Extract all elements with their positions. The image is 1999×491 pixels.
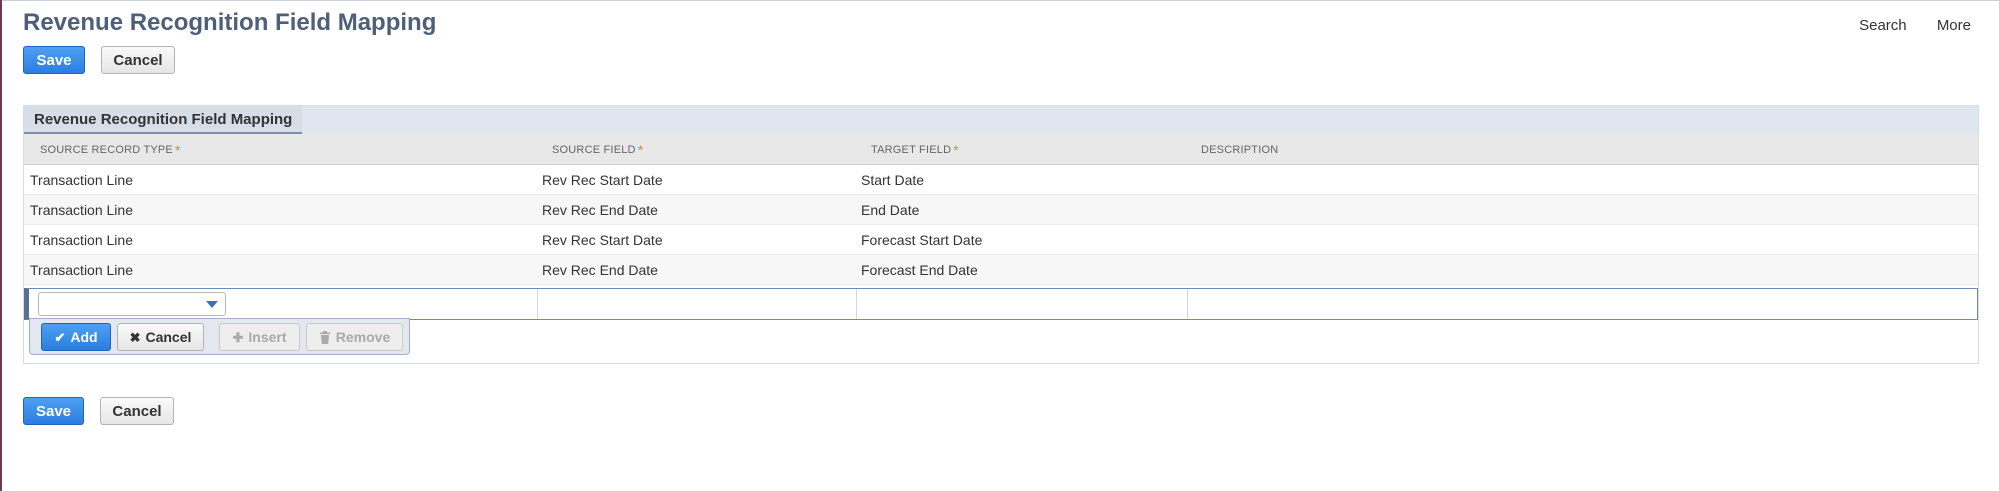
chevron-down-icon: [206, 301, 218, 308]
required-star-icon: *: [953, 141, 959, 158]
trash-icon: [319, 330, 330, 344]
cell-source-field: Rev Rec End Date: [542, 262, 658, 278]
remove-line-label: Remove: [335, 329, 391, 345]
line-button-bar: ✔ Add ✖ Cancel ✚ Insert Remove: [29, 318, 410, 355]
new-line-edit-row: [24, 288, 1978, 320]
column-header-target-field[interactable]: TARGET FIELD *: [871, 134, 959, 165]
column-header-source-record-type[interactable]: SOURCE RECORD TYPE *: [40, 134, 181, 165]
column-header-description[interactable]: DESCRIPTION: [1201, 134, 1278, 165]
window-left-border: [0, 0, 2, 491]
edit-cell-divider: [1187, 289, 1188, 319]
cell-target-field: Forecast Start Date: [861, 232, 983, 248]
cell-source-field: Rev Rec Start Date: [542, 232, 663, 248]
column-header-source-field[interactable]: SOURCE FIELD *: [552, 134, 643, 165]
section-header: Revenue Recognition Field Mapping: [24, 106, 1978, 134]
more-link[interactable]: More: [1937, 17, 1971, 34]
cell-source-record-type: Transaction Line: [30, 232, 133, 248]
plus-icon: ✚: [232, 329, 244, 345]
cell-target-field: Start Date: [861, 172, 925, 188]
cell-source-record-type: Transaction Line: [30, 202, 133, 218]
required-star-icon: *: [174, 141, 181, 158]
window-top-border: [0, 0, 1999, 1]
cancel-line-label: Cancel: [145, 329, 192, 345]
table-row[interactable]: Transaction Line Rev Rec Start Date Fore…: [24, 225, 1978, 255]
description-input[interactable]: [1192, 289, 1972, 319]
cell-target-field: Forecast End Date: [861, 262, 978, 278]
cell-source-record-type: Transaction Line: [30, 262, 133, 278]
column-label: TARGET FIELD: [871, 143, 952, 156]
edit-cell-divider: [856, 289, 857, 319]
add-line-button[interactable]: ✔ Add: [41, 323, 111, 351]
cell-source-field: Rev Rec End Date: [542, 202, 658, 218]
cell-source-field: Rev Rec Start Date: [542, 172, 663, 188]
insert-line-label: Insert: [248, 329, 287, 345]
cancel-button-top[interactable]: Cancel: [101, 46, 175, 74]
remove-line-button[interactable]: Remove: [306, 323, 403, 351]
table-row[interactable]: Transaction Line Rev Rec Start Date Star…: [24, 165, 1978, 195]
source-field-input[interactable]: [542, 289, 854, 319]
table-row[interactable]: Transaction Line Rev Rec End Date Foreca…: [24, 255, 1978, 285]
add-line-label: Add: [70, 329, 98, 345]
field-mapping-section: Revenue Recognition Field Mapping SOURCE…: [23, 105, 1979, 364]
cell-source-record-type: Transaction Line: [30, 172, 133, 188]
edit-cell-divider: [537, 289, 538, 319]
section-title: Revenue Recognition Field Mapping: [34, 110, 293, 128]
required-star-icon: *: [637, 141, 644, 158]
table-row[interactable]: Transaction Line Rev Rec End Date End Da…: [24, 195, 1978, 225]
source-record-type-select[interactable]: [38, 292, 226, 316]
save-button-bottom[interactable]: Save: [23, 397, 84, 425]
cancel-button-bottom[interactable]: Cancel: [100, 397, 174, 425]
column-label: SOURCE FIELD: [552, 143, 636, 156]
target-field-input[interactable]: [861, 289, 1185, 319]
cell-target-field: End Date: [861, 202, 920, 218]
column-label: SOURCE RECORD TYPE: [40, 143, 173, 156]
search-link[interactable]: Search: [1859, 17, 1907, 34]
page-title: Revenue Recognition Field Mapping: [23, 9, 437, 36]
check-icon: ✔: [54, 329, 66, 345]
section-tab[interactable]: Revenue Recognition Field Mapping: [24, 106, 303, 134]
top-nav-links: Search More: [1833, 17, 1971, 34]
save-button-top[interactable]: Save: [23, 46, 85, 74]
cancel-line-button[interactable]: ✖ Cancel: [117, 323, 204, 351]
x-icon: ✖: [129, 329, 141, 345]
column-label: DESCRIPTION: [1201, 143, 1279, 156]
grid-header: SOURCE RECORD TYPE * SOURCE FIELD * TARG…: [24, 134, 1978, 165]
insert-line-button[interactable]: ✚ Insert: [219, 323, 300, 351]
